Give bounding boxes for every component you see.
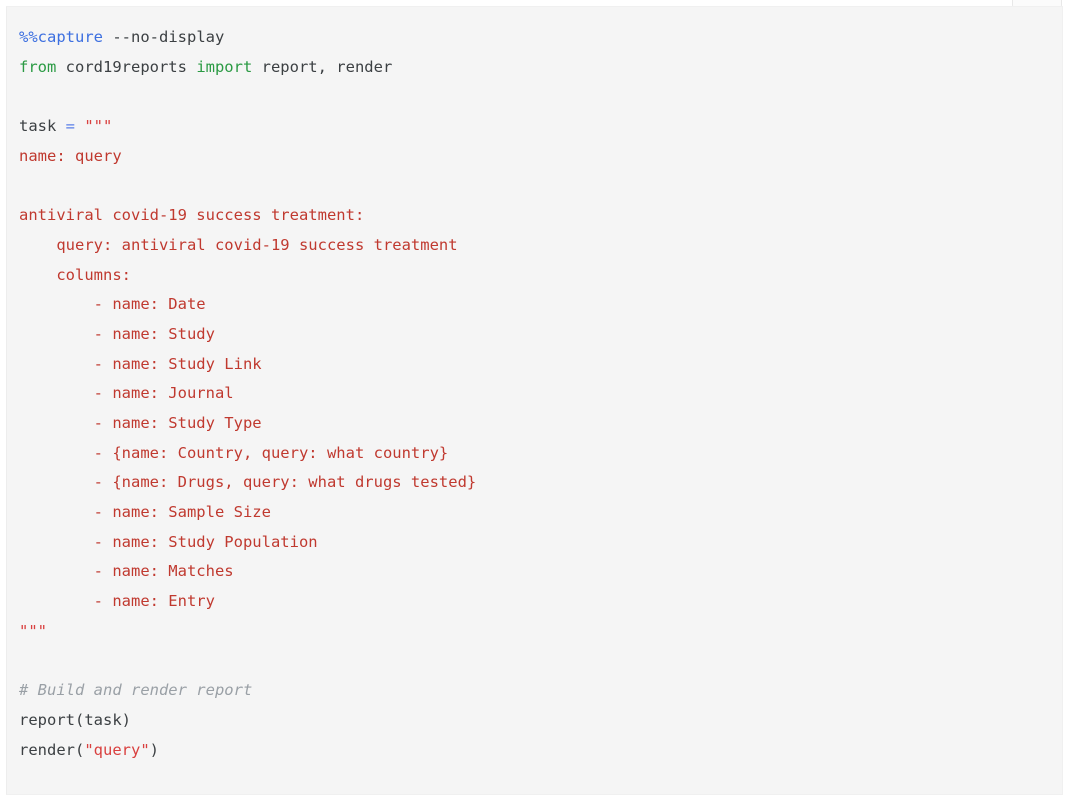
code-token: - name: Study [19,324,215,343]
code-token: report(task) [19,710,131,729]
code-line[interactable]: - name: Study Population [19,528,1062,558]
code-line[interactable]: - name: Study Link [19,350,1062,380]
code-token: - name: Date [19,295,206,314]
code-token: query: antiviral covid-19 success treatm… [19,235,458,254]
notebook-page: %%capture --no-display from cord19reports… [0,0,1080,810]
code-line[interactable]: from cord19reports import report, render [19,53,1062,83]
code-token: # Build and render report [19,681,253,700]
code-token: """ [75,117,113,136]
code-token: - name: Study Link [19,354,262,373]
code-token: columns: [19,265,131,284]
code-line[interactable]: antiviral covid-19 success treatment: [19,201,1062,231]
code-line[interactable] [19,82,1062,112]
code-token: """ [19,621,47,640]
code-token: antiviral covid-19 success treatment: [19,206,365,225]
code-token: task [19,117,66,136]
code-token: "query" [84,740,150,759]
code-line[interactable]: - name: Matches [19,557,1062,587]
code-token: name: query [19,146,122,165]
code-token: --no-display [103,28,225,46]
code-line[interactable]: report(task) [19,706,1062,736]
code-line[interactable]: columns: [19,261,1062,291]
code-line[interactable]: # Build and render report [19,676,1062,706]
code-cell[interactable]: %%capture --no-display from cord19reports… [6,6,1063,795]
code-line[interactable]: - name: Entry [19,587,1062,617]
code-token: - name: Study Population [19,532,318,551]
code-token: report, render [252,57,393,76]
code-token: import [196,57,253,76]
code-line[interactable]: name: query [19,142,1062,172]
code-token: - {name: Drugs, query: what drugs tested… [19,473,477,492]
code-line[interactable] [19,171,1062,201]
code-line[interactable]: query: antiviral covid-19 success treatm… [19,231,1062,261]
code-line[interactable]: %%capture --no-display [19,23,1062,53]
code-token: - name: Journal [19,384,234,403]
code-line[interactable]: task = """ [19,112,1062,142]
code-token: - name: Matches [19,562,234,581]
code-token: render( [19,740,85,759]
code-line[interactable]: - name: Study Type [19,409,1062,439]
code-line[interactable]: - name: Journal [19,379,1062,409]
code-editor-area[interactable]: %%capture --no-display from cord19reports… [19,23,1062,794]
code-token: ) [149,740,159,759]
code-line[interactable]: render("query") [19,736,1062,766]
code-line[interactable]: - name: Study [19,320,1062,350]
code-line[interactable]: - {name: Country, query: what country} [19,439,1062,469]
code-line[interactable]: - name: Sample Size [19,498,1062,528]
code-token: - {name: Country, query: what country} [19,443,449,462]
code-token: = [65,117,76,136]
code-token: %%capture [19,28,103,46]
code-token: - name: Entry [19,592,215,611]
code-line[interactable]: """ [19,617,1062,647]
code-token: - name: Study Type [19,413,262,432]
code-token: cord19reports [56,57,197,76]
code-token: - name: Sample Size [19,503,271,521]
code-line[interactable] [19,646,1062,676]
code-line[interactable]: - name: Date [19,290,1062,320]
code-token: from [19,57,57,76]
code-line[interactable]: - {name: Drugs, query: what drugs tested… [19,468,1062,498]
